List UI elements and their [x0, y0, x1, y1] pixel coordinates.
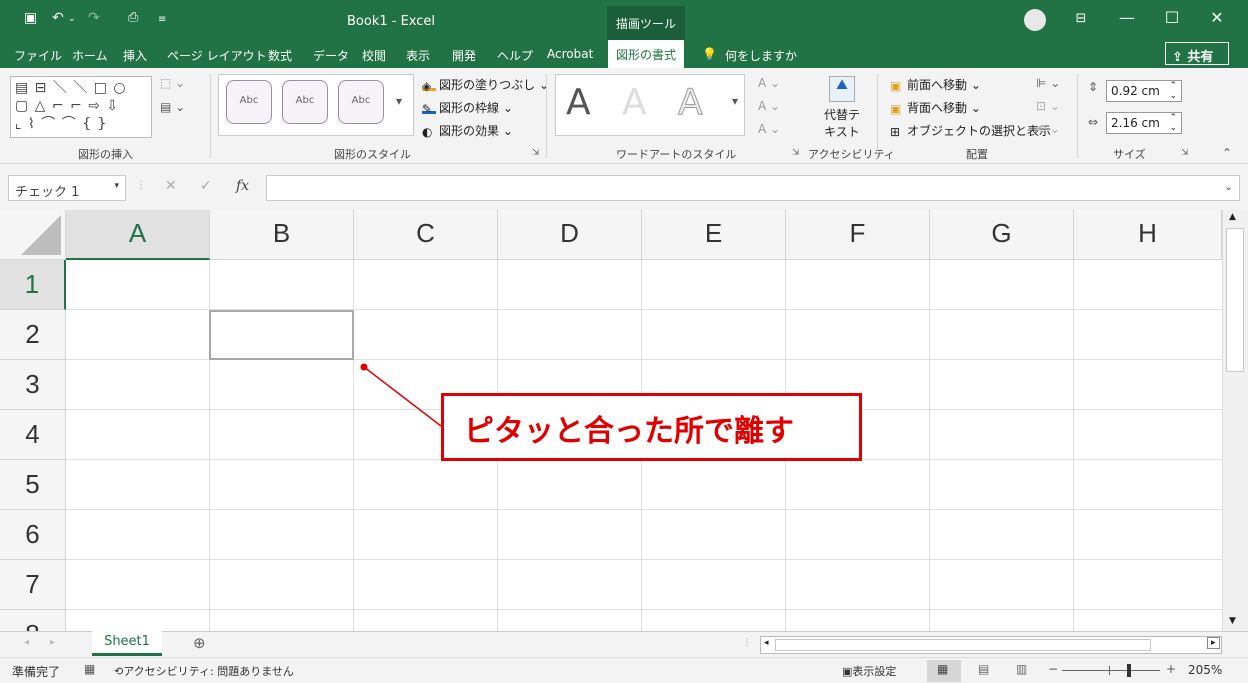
scroll-down-icon[interactable]: ▼ [1229, 616, 1236, 626]
h-scroll-thumb[interactable] [775, 639, 1151, 651]
scroll-thumb[interactable] [1226, 228, 1244, 372]
scroll-left-icon[interactable]: ◂ [764, 638, 769, 648]
page-break-view-icon[interactable]: ▥ [1016, 662, 1027, 676]
normal-view-button[interactable]: ▦ [927, 660, 961, 682]
normal-view-icon: ▦ [937, 662, 949, 676]
horizontal-scrollbar[interactable]: ◂ [760, 636, 1222, 654]
accessibility-icon: ⟲ [114, 665, 124, 678]
prev-sheet-icon[interactable]: ◂ [24, 637, 29, 648]
add-sheet-icon[interactable]: ⊕ [193, 634, 206, 652]
next-sheet-icon[interactable]: ▸ [50, 637, 55, 648]
callout-arrow [360, 363, 442, 427]
zoom-out-icon[interactable]: − [1048, 662, 1058, 676]
zoom-in-icon[interactable]: + [1166, 662, 1176, 676]
zoom-slider-track[interactable] [1062, 670, 1160, 671]
accessibility-status[interactable]: ⟲アクセシビリティ: 問題ありません [114, 663, 294, 679]
scroll-right-icon[interactable]: ▸ [1207, 637, 1220, 649]
display-settings-icon: ▣ [842, 665, 853, 678]
ready-status: 準備完了 [12, 665, 61, 679]
scroll-up-icon[interactable]: ▲ [1229, 212, 1236, 222]
zoom-slider-thumb[interactable] [1127, 664, 1131, 677]
zoom-level[interactable]: 205% [1188, 663, 1222, 677]
zoom-slider-center [1109, 666, 1110, 675]
instruction-callout: ピタッと合った所で離す [441, 393, 862, 461]
vertical-scrollbar[interactable]: ▲ ▼ [1222, 210, 1248, 631]
split-handle-icon[interactable]: ⋮ [742, 637, 752, 648]
sheet-tab-sheet1[interactable]: Sheet1 [92, 631, 162, 656]
sheet-tabs-bar: ◂ ▸ Sheet1 ⊕ ⋮ ◂ ▸ [0, 631, 1248, 657]
macro-record-icon[interactable]: ▦ [84, 662, 95, 676]
page-layout-view-icon[interactable]: ▤ [978, 662, 989, 676]
display-settings-button[interactable]: ▣表示設定 [842, 663, 896, 679]
status-bar: 準備完了 ▦ ⟲アクセシビリティ: 問題ありません ▣表示設定 ▦ ▤ ▥ − … [0, 657, 1248, 683]
arrow-line [363, 366, 442, 427]
